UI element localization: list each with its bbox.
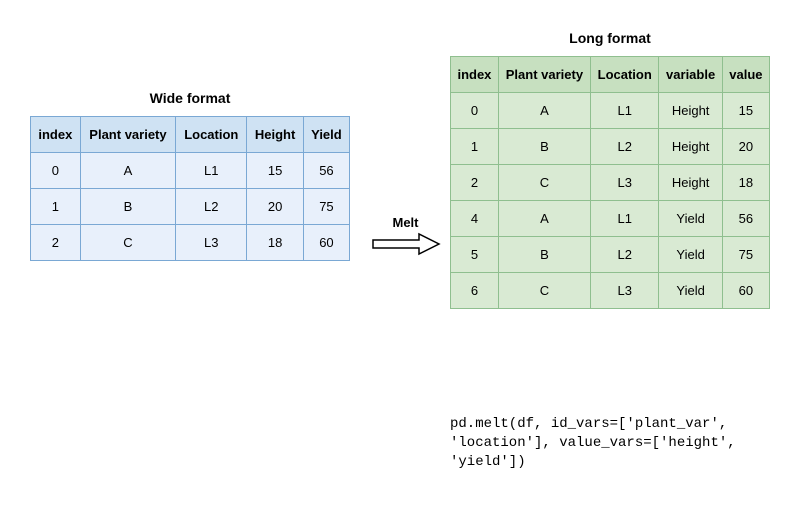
cell: L3 [176, 225, 247, 261]
cell: 2 [451, 165, 499, 201]
cell: L1 [176, 153, 247, 189]
long-header: Location [590, 57, 658, 93]
cell: L1 [590, 201, 658, 237]
cell: C [80, 225, 176, 261]
cell: 1 [451, 129, 499, 165]
wide-header: Location [176, 117, 247, 153]
cell: C [498, 273, 590, 309]
cell: L2 [176, 189, 247, 225]
cell: L2 [590, 237, 658, 273]
cell: B [498, 237, 590, 273]
cell: 0 [451, 93, 499, 129]
table-row: 0 A L1 Height 15 [451, 93, 770, 129]
cell: 56 [722, 201, 769, 237]
long-header-row: index Plant variety Location variable va… [451, 57, 770, 93]
cell: Height [659, 93, 722, 129]
code-snippet: pd.melt(df, id_vars=['plant_var', 'locat… [450, 415, 780, 472]
cell: 75 [722, 237, 769, 273]
cell: 75 [303, 189, 349, 225]
arrow-right-icon [371, 232, 441, 256]
melt-label: Melt [368, 215, 443, 230]
long-header: variable [659, 57, 722, 93]
melt-transform: Melt [368, 215, 443, 256]
cell: 56 [303, 153, 349, 189]
wide-header: Yield [303, 117, 349, 153]
table-row: 2 C L3 Height 18 [451, 165, 770, 201]
wide-header: Plant variety [80, 117, 176, 153]
wide-header: index [31, 117, 81, 153]
cell: L3 [590, 273, 658, 309]
cell: Height [659, 129, 722, 165]
cell: A [80, 153, 176, 189]
diagram-container: Wide format index Plant variety Location… [20, 20, 773, 494]
wide-title: Wide format [30, 90, 350, 106]
cell: 2 [31, 225, 81, 261]
cell: L3 [590, 165, 658, 201]
table-row: 2 C L3 18 60 [31, 225, 350, 261]
cell: 20 [247, 189, 304, 225]
wide-header: Height [247, 117, 304, 153]
long-title: Long format [450, 30, 770, 46]
cell: 18 [247, 225, 304, 261]
table-row: 5 B L2 Yield 75 [451, 237, 770, 273]
long-header: index [451, 57, 499, 93]
cell: 60 [303, 225, 349, 261]
cell: 20 [722, 129, 769, 165]
cell: 6 [451, 273, 499, 309]
table-row: 4 A L1 Yield 56 [451, 201, 770, 237]
cell: 60 [722, 273, 769, 309]
cell: L2 [590, 129, 658, 165]
cell: 18 [722, 165, 769, 201]
cell: 15 [247, 153, 304, 189]
wide-table: index Plant variety Location Height Yiel… [30, 116, 350, 261]
table-row: 1 B L2 20 75 [31, 189, 350, 225]
cell: B [80, 189, 176, 225]
cell: B [498, 129, 590, 165]
wide-header-row: index Plant variety Location Height Yiel… [31, 117, 350, 153]
cell: A [498, 201, 590, 237]
cell: L1 [590, 93, 658, 129]
cell: 5 [451, 237, 499, 273]
cell: Height [659, 165, 722, 201]
cell: 4 [451, 201, 499, 237]
cell: 15 [722, 93, 769, 129]
wide-format-section: Wide format index Plant variety Location… [30, 90, 350, 261]
cell: Yield [659, 237, 722, 273]
table-row: 6 C L3 Yield 60 [451, 273, 770, 309]
cell: 0 [31, 153, 81, 189]
cell: A [498, 93, 590, 129]
cell: Yield [659, 273, 722, 309]
table-row: 1 B L2 Height 20 [451, 129, 770, 165]
cell: C [498, 165, 590, 201]
long-table: index Plant variety Location variable va… [450, 56, 770, 309]
cell: Yield [659, 201, 722, 237]
long-format-section: Long format index Plant variety Location… [450, 30, 770, 309]
long-header: value [722, 57, 769, 93]
table-row: 0 A L1 15 56 [31, 153, 350, 189]
long-header: Plant variety [498, 57, 590, 93]
cell: 1 [31, 189, 81, 225]
